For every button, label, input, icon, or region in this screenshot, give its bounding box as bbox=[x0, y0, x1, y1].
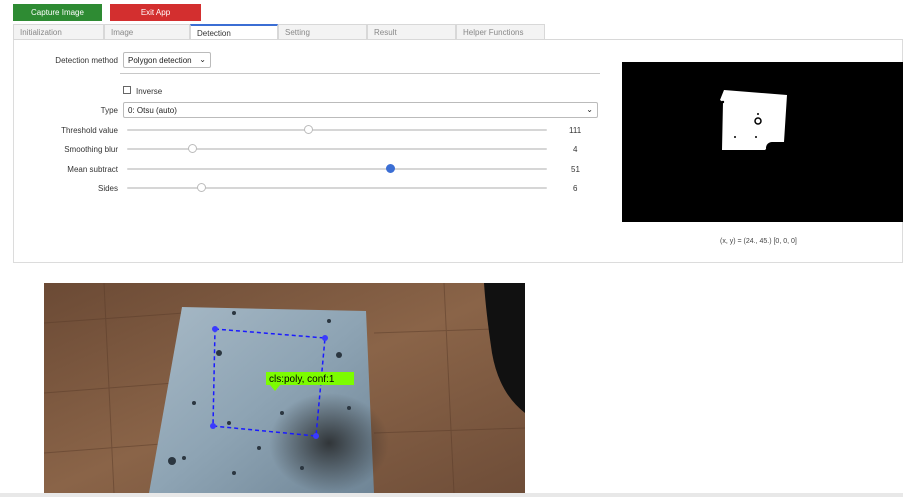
sides-slider-track[interactable] bbox=[127, 187, 547, 189]
tab-result[interactable]: Result bbox=[367, 24, 456, 39]
slider-label: Threshold value bbox=[61, 126, 118, 135]
chevron-down-icon: ⌄ bbox=[586, 105, 593, 114]
inverse-label: Inverse bbox=[136, 87, 163, 96]
sides-slider-thumb[interactable] bbox=[196, 183, 206, 192]
tab-helper-functions[interactable]: Helper Functions bbox=[456, 24, 545, 39]
bottom-edge bbox=[0, 493, 903, 497]
detection-label: cls:poly, conf:1 bbox=[269, 374, 335, 385]
smoothing-blur-value: 4 bbox=[573, 145, 578, 154]
type-value: 0: Otsu (auto) bbox=[128, 106, 177, 115]
threshold-preview-image[interactable] bbox=[622, 62, 903, 222]
capture-image-button[interactable]: Capture Image bbox=[13, 4, 102, 21]
threshold-value-slider-thumb[interactable] bbox=[303, 125, 313, 134]
slider-label: Sides bbox=[97, 184, 118, 193]
separator bbox=[120, 73, 600, 74]
tab-image[interactable]: Image bbox=[104, 24, 190, 39]
threshold-value: 111 bbox=[569, 126, 582, 135]
mean-subtract-slider-track[interactable] bbox=[127, 168, 547, 170]
exit-app-button[interactable]: Exit App bbox=[110, 4, 201, 21]
detection-method-value: Polygon detection bbox=[128, 56, 192, 65]
slider-label: Smoothing blur bbox=[64, 145, 118, 154]
sides-value: 6 bbox=[573, 184, 578, 193]
tab-detection[interactable]: Detection bbox=[190, 24, 278, 39]
type-select[interactable]: 0: Otsu (auto) ⌄ bbox=[123, 102, 598, 118]
type-label: Type bbox=[100, 106, 118, 115]
mean-subtract-slider-thumb[interactable] bbox=[385, 164, 395, 173]
camera-scene-graphic: cls:poly, conf:1 bbox=[44, 283, 525, 493]
threshold-preview-graphic bbox=[720, 90, 787, 154]
tab-bar: Initialization Image Detection Setting R… bbox=[13, 24, 545, 39]
cursor-coords-readout: (x, y) = (24., 45.) [0, 0, 0] bbox=[720, 238, 797, 245]
inverse-checkbox[interactable] bbox=[123, 86, 131, 94]
tab-initialization[interactable]: Initialization bbox=[13, 24, 104, 39]
slider-label: Mean subtract bbox=[67, 165, 118, 174]
tab-setting[interactable]: Setting bbox=[278, 24, 367, 39]
mean-subtract-value: 51 bbox=[571, 165, 580, 174]
detection-method-label: Detection method bbox=[55, 56, 118, 65]
chevron-down-icon: ⌄ bbox=[199, 55, 206, 64]
camera-feed-image[interactable]: cls:poly, conf:1 bbox=[44, 283, 525, 493]
toolbar: Capture Image Exit App bbox=[13, 4, 201, 21]
detection-method-select[interactable]: Polygon detection ⌄ bbox=[123, 52, 211, 68]
threshold-value-slider-track[interactable] bbox=[127, 129, 547, 131]
